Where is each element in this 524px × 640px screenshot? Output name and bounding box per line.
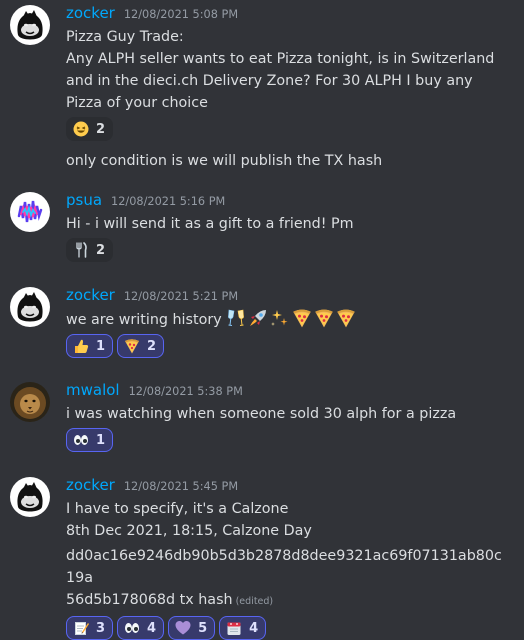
gorilla-avatar-icon <box>10 287 50 327</box>
pizza-icon <box>124 338 140 354</box>
username[interactable]: zocker <box>66 4 115 22</box>
user-avatar[interactable] <box>10 5 50 45</box>
reactions-bar: 2 <box>66 117 510 141</box>
reaction-laughing[interactable]: 2 <box>66 117 114 141</box>
message-text: Pizza Guy Trade: <box>66 29 184 45</box>
user-avatar[interactable] <box>10 382 50 422</box>
reaction-count: 4 <box>147 620 157 636</box>
username[interactable]: zocker <box>66 286 115 304</box>
pizza-icon <box>336 308 356 328</box>
rocket-icon <box>248 308 268 328</box>
pizza-icon <box>292 308 312 328</box>
wave-avatar-icon <box>10 192 50 232</box>
reaction-eyes[interactable]: 4 <box>117 616 165 640</box>
fork-knife-icon <box>73 242 89 258</box>
reactions-bar: 1 2 <box>66 334 510 358</box>
message-text: I have to specify, it's a Calzone <box>66 501 289 517</box>
message-text: Hi - i will send it as a gift to a frien… <box>66 216 354 232</box>
timestamp[interactable]: 12/08/2021 5:08 PM <box>124 8 238 21</box>
reactions-bar: 3 4 5 4 <box>66 616 510 640</box>
reaction-count: 2 <box>96 121 106 137</box>
tx-hash-text: 56d5b178068d tx hash <box>66 592 233 608</box>
reaction-count: 2 <box>147 338 157 354</box>
reactions-bar: 2 <box>66 238 510 262</box>
message-text: only condition is we will publish the TX… <box>66 153 383 169</box>
champagne-glasses-icon <box>226 308 246 328</box>
message-text: we are writing history <box>66 308 510 331</box>
username[interactable]: mwalol <box>66 381 120 399</box>
reaction-count: 1 <box>96 338 106 354</box>
timestamp[interactable]: 12/08/2021 5:38 PM <box>129 385 243 398</box>
user-avatar[interactable] <box>10 192 50 232</box>
tx-hash-line: dd0ac16e9246db90b5d3b2878d8dee9321ac69f0… <box>66 548 502 586</box>
sparkles-icon <box>270 308 290 328</box>
edited-label[interactable]: (edited) <box>236 596 274 607</box>
reaction-fork-knife[interactable]: 2 <box>66 238 114 262</box>
reactions-bar: 1 <box>66 428 510 452</box>
message-text: 8th Dec 2021, 18:15, Calzone Day <box>66 523 312 539</box>
reaction-count: 2 <box>96 242 106 258</box>
pizza-icon <box>314 308 334 328</box>
message-text: i was watching when someone sold 30 alph… <box>66 406 457 422</box>
username[interactable]: psua <box>66 191 102 209</box>
reaction-pizza[interactable]: 2 <box>117 334 165 358</box>
gorilla-avatar-icon <box>10 5 50 45</box>
reaction-eyes[interactable]: 1 <box>66 428 114 452</box>
laughing-face-icon <box>73 121 89 137</box>
reaction-count: 4 <box>249 620 259 636</box>
thumbs-up-icon <box>73 338 89 354</box>
username[interactable]: zocker <box>66 476 115 494</box>
reaction-count: 5 <box>198 620 208 636</box>
reaction-purple-heart[interactable]: 5 <box>168 616 216 640</box>
tx-hash-line: 56d5b178068d tx hash (edited) <box>66 589 510 613</box>
timestamp[interactable]: 12/08/2021 5:16 PM <box>111 195 225 208</box>
reaction-count: 3 <box>96 620 106 636</box>
user-avatar[interactable] <box>10 477 50 517</box>
gorilla-avatar-icon <box>10 477 50 517</box>
reaction-thumbs-up[interactable]: 1 <box>66 334 114 358</box>
reaction-calendar[interactable]: 4 <box>219 616 267 640</box>
reaction-memo[interactable]: 3 <box>66 616 114 640</box>
message-text: Any ALPH seller wants to eat Pizza tonig… <box>66 51 495 111</box>
timestamp[interactable]: 12/08/2021 5:45 PM <box>124 480 238 493</box>
message-text-body: we are writing history <box>66 312 222 328</box>
lion-avatar-icon <box>10 382 50 422</box>
user-avatar[interactable] <box>10 287 50 327</box>
timestamp[interactable]: 12/08/2021 5:21 PM <box>124 290 238 303</box>
reaction-count: 1 <box>96 432 106 448</box>
eyes-icon <box>73 432 89 448</box>
